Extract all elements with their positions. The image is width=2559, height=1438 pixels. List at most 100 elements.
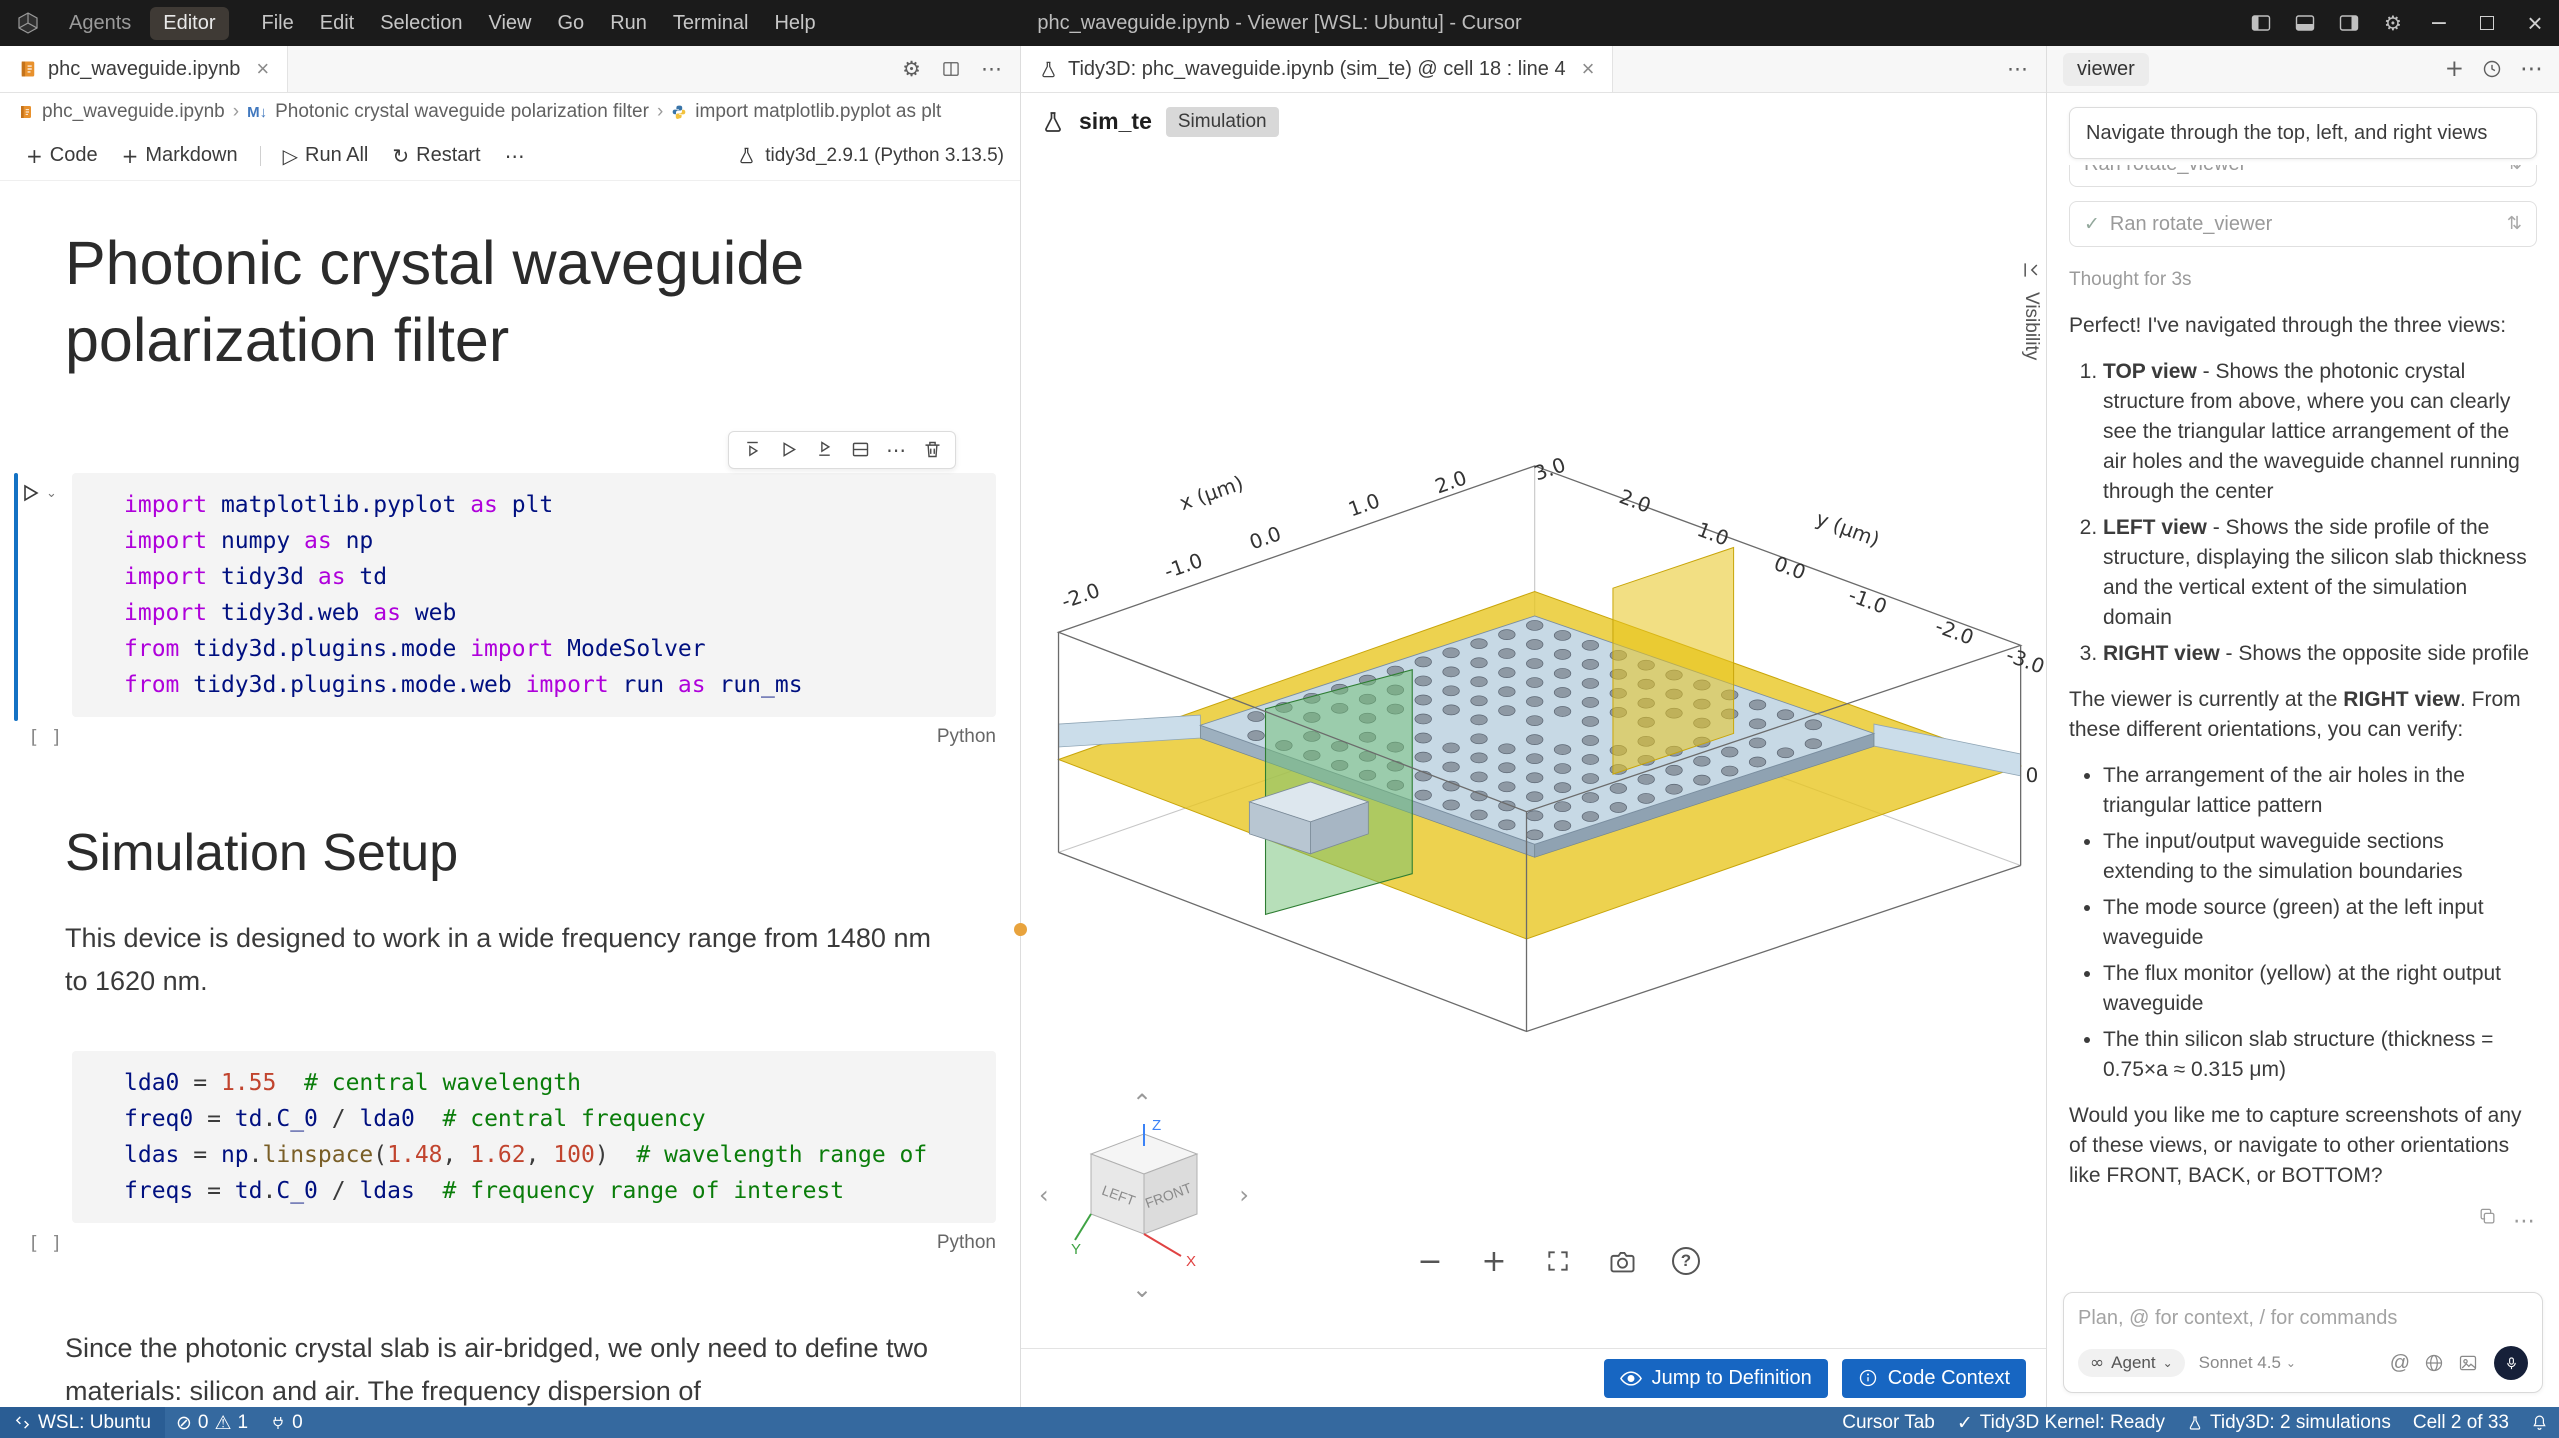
chat-conversation[interactable]: Navigate through the top, left, and righ…	[2047, 93, 2559, 1282]
breadcrumb-section[interactable]: Photonic crystal waveguide polarization …	[275, 101, 649, 123]
code-context-button[interactable]: Code Context	[1842, 1359, 2026, 1398]
delete-cell-icon[interactable]	[915, 435, 949, 465]
screenshot-camera-icon[interactable]	[1605, 1244, 1639, 1278]
zoom-out-icon[interactable]: −	[1413, 1244, 1447, 1278]
maximize-button[interactable]	[2463, 0, 2511, 46]
collapse-left-icon[interactable]	[2021, 260, 2041, 280]
mode-tab-agents[interactable]: Agents	[56, 7, 144, 40]
execute-above-icon[interactable]	[735, 435, 769, 465]
run-cell-button[interactable]	[18, 481, 42, 505]
chat-input[interactable]	[2078, 1307, 2528, 1330]
menu-view[interactable]: View	[476, 7, 545, 40]
rotate-right-icon[interactable]: ›	[1239, 1183, 1249, 1207]
cell-language[interactable]: Python	[937, 726, 996, 748]
voice-input-button[interactable]	[2494, 1346, 2528, 1380]
new-chat-icon[interactable]: +	[2445, 56, 2464, 82]
menu-help[interactable]: Help	[761, 7, 828, 40]
tab-label: Tidy3D: phc_waveguide.ipynb (sim_te) @ c…	[1068, 58, 1566, 81]
run-options-chevron-icon[interactable]: ⌄	[46, 486, 57, 501]
rotate-up-icon[interactable]: ⌃	[1132, 1091, 1152, 1115]
3d-canvas[interactable]: -2.0-1.00.01.02.03.0 2.01.00.0-1.0-2.0-3…	[1021, 150, 2046, 1348]
chat-tab-viewer[interactable]: viewer	[2063, 53, 2149, 86]
more-actions-icon[interactable]: ⋯	[2007, 57, 2028, 81]
expand-icon[interactable]: ⇅	[2507, 209, 2522, 239]
menu-file[interactable]: File	[249, 7, 307, 40]
execute-cell-icon[interactable]	[771, 435, 805, 465]
svg-text:1.0: 1.0	[1345, 488, 1383, 521]
cell-code-area[interactable]: lda0 = 1.55 # central wavelengthfreq0 = …	[72, 1051, 996, 1223]
ports-indicator[interactable]: 0	[259, 1407, 314, 1438]
cell-language[interactable]: Python	[937, 1232, 996, 1254]
close-tab-icon[interactable]: ×	[1582, 56, 1595, 82]
message-more-icon[interactable]: ⋯	[2513, 1207, 2535, 1237]
menu-run[interactable]: Run	[597, 7, 660, 40]
menu-go[interactable]: Go	[545, 7, 598, 40]
cell-more-icon[interactable]: ⋯	[879, 435, 913, 465]
breadcrumb: phc_waveguide.ipynb › M↓ Photonic crysta…	[0, 93, 1020, 131]
notebook-settings-icon[interactable]: ⚙	[902, 57, 921, 81]
mention-at-icon[interactable]: @	[2390, 1352, 2410, 1375]
cell-code-area[interactable]: import matplotlib.pyplot as pltimport nu…	[72, 473, 996, 717]
jump-to-definition-button[interactable]: Jump to Definition	[1604, 1359, 1828, 1398]
notifications-bell-icon[interactable]	[2520, 1407, 2559, 1438]
kernel-status[interactable]: ✓ Tidy3D Kernel: Ready	[1946, 1407, 2176, 1438]
chat-more-icon[interactable]: ⋯	[2520, 56, 2543, 82]
add-markdown-cell-button[interactable]: +Markdown	[112, 138, 248, 174]
split-cell-icon[interactable]	[843, 435, 877, 465]
code-cell-params[interactable]: lda0 = 1.55 # central wavelengthfreq0 = …	[0, 1051, 1020, 1263]
rotate-left-icon[interactable]: ‹	[1039, 1183, 1049, 1207]
breadcrumb-file[interactable]: phc_waveguide.ipynb	[42, 101, 225, 123]
thought-duration[interactable]: Thought for 3s	[2069, 265, 2537, 295]
close-window-button[interactable]: ×	[2511, 0, 2559, 46]
menu-terminal[interactable]: Terminal	[660, 7, 762, 40]
more-actions-icon[interactable]: ⋯	[981, 57, 1002, 81]
model-selector[interactable]: Sonnet 4.5 ⌄	[2199, 1353, 2296, 1373]
rotate-down-icon[interactable]: ⌄	[1132, 1277, 1152, 1301]
simulations-status[interactable]: Tidy3D: 2 simulations	[2176, 1407, 2402, 1438]
settings-gear-icon[interactable]: ⚙	[2371, 0, 2415, 46]
globe-icon[interactable]	[2424, 1353, 2444, 1373]
markdown-title: Photonic crystal waveguide polarization …	[65, 225, 985, 379]
expand-icon[interactable]: ⇅	[2507, 165, 2522, 179]
layout-panel-icon[interactable]	[2283, 0, 2327, 46]
restart-kernel-button[interactable]: ↻Restart	[382, 138, 490, 174]
code-line: from tidy3d.plugins.mode import ModeSolv…	[124, 631, 978, 667]
mode-tab-editor[interactable]: Editor	[150, 7, 228, 40]
problems-indicator[interactable]: ⊘0 ⚠1	[165, 1407, 259, 1438]
menu-edit[interactable]: Edit	[307, 7, 367, 40]
simulation-badge: Simulation	[1166, 107, 1279, 137]
cursor-tab-indicator[interactable]: Cursor Tab	[1831, 1407, 1946, 1438]
help-icon[interactable]: ?	[1669, 1244, 1703, 1278]
history-clock-icon[interactable]	[2482, 59, 2502, 79]
cell-position-indicator[interactable]: Cell 2 of 33	[2402, 1407, 2520, 1438]
split-editor-icon[interactable]	[941, 59, 961, 79]
code-cell-imports[interactable]: ⋯ ⌄ import matplotlib.pyplot as pltimpor…	[0, 473, 1020, 757]
copy-icon[interactable]	[2478, 1207, 2497, 1237]
close-tab-icon[interactable]: ×	[256, 56, 269, 82]
navigation-cube[interactable]: ⌃ ⌄ ‹ › Z X Y LEFT FR	[1039, 1091, 1249, 1301]
cursor-window: Agents Editor FileEditSelectionViewGoRun…	[0, 0, 2559, 1438]
tab-phc-waveguide[interactable]: phc_waveguide.ipynb ×	[0, 46, 288, 92]
add-code-cell-button[interactable]: +Code	[16, 138, 108, 174]
breadcrumb-cell[interactable]: import matplotlib.pyplot as plt	[695, 101, 941, 123]
minimize-button[interactable]: −	[2415, 0, 2463, 46]
agent-mode-selector[interactable]: ∞ Agent ⌄	[2078, 1349, 2185, 1377]
chat-panel: viewer + ⋯ Navigate through the top, lef…	[2047, 46, 2559, 1407]
kernel-picker[interactable]: tidy3d_2.9.1 (Python 3.13.5)	[737, 145, 1004, 167]
tool-call[interactable]: ✓ Ran rotate_viewer ⇅	[2069, 201, 2537, 247]
remote-indicator[interactable]: WSL: Ubuntu	[0, 1407, 165, 1438]
layout-sidebar-left-icon[interactable]	[2239, 0, 2283, 46]
tab-tidy3d-viewer[interactable]: Tidy3D: phc_waveguide.ipynb (sim_te) @ c…	[1021, 46, 1613, 92]
toolbar-more-icon[interactable]: ⋯	[495, 138, 535, 174]
zoom-in-icon[interactable]: +	[1477, 1244, 1511, 1278]
chevron-down-icon: ⌄	[2163, 1356, 2173, 1370]
run-all-button[interactable]: ▷Run All	[273, 138, 379, 174]
code-line: import matplotlib.pyplot as plt	[124, 487, 978, 523]
layout-sidebar-right-icon[interactable]	[2327, 0, 2371, 46]
image-attach-icon[interactable]	[2458, 1353, 2478, 1373]
execute-below-icon[interactable]	[807, 435, 841, 465]
visibility-panel-tab[interactable]: Visibility	[2020, 260, 2042, 360]
sash-indicator[interactable]	[1014, 923, 1027, 936]
menu-selection[interactable]: Selection	[367, 7, 475, 40]
fit-view-icon[interactable]	[1541, 1244, 1575, 1278]
